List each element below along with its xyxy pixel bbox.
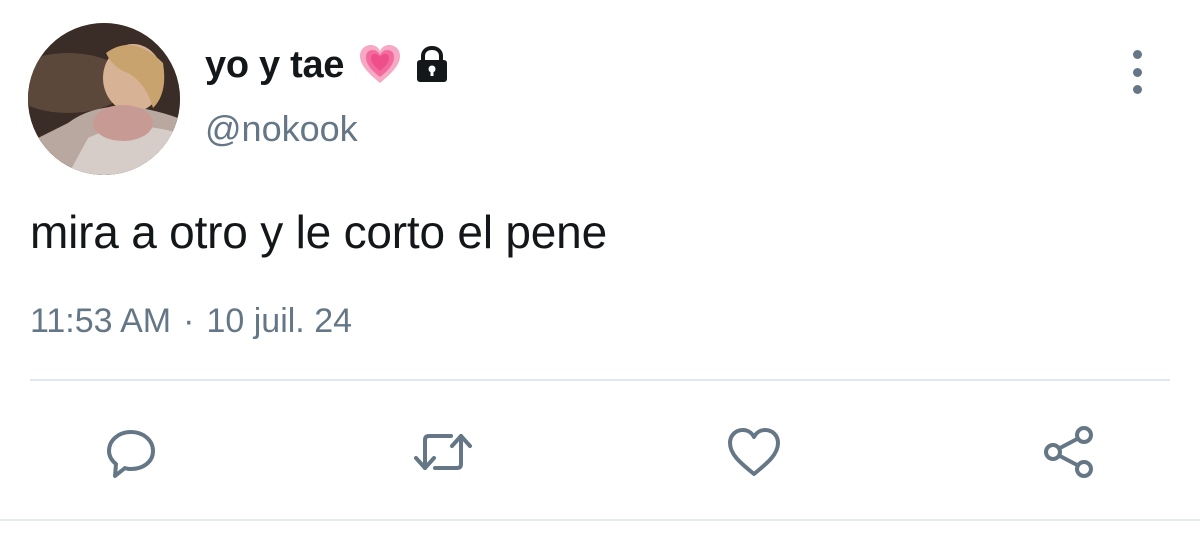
avatar[interactable] xyxy=(28,23,180,175)
growing-heart-icon xyxy=(358,43,402,87)
like-button[interactable] xyxy=(722,420,786,484)
lock-icon xyxy=(414,45,450,85)
avatar-image xyxy=(28,23,180,175)
retweet-icon xyxy=(414,434,472,470)
more-options-button[interactable] xyxy=(1120,50,1154,94)
display-name[interactable]: yo y tae xyxy=(205,44,344,87)
tweet-date: 10 juil. 24 xyxy=(206,302,353,340)
share-icon xyxy=(1044,426,1093,478)
tweet-timestamp[interactable]: 11:53 AM · 10 juil. 24 xyxy=(30,302,352,341)
divider xyxy=(30,379,1170,381)
tweet-time: 11:53 AM xyxy=(30,302,172,340)
tweet-text: mira a otro y le corto el pene xyxy=(30,206,607,258)
timestamp-separator: · xyxy=(183,302,195,340)
user-handle[interactable]: @nokook xyxy=(205,108,358,150)
retweet-button[interactable] xyxy=(411,420,475,484)
share-button[interactable] xyxy=(1037,420,1101,484)
more-vertical-icon xyxy=(1132,50,1142,59)
user-name-row: yo y tae xyxy=(205,40,450,90)
more-dot xyxy=(1132,67,1142,77)
more-dot xyxy=(1132,85,1142,94)
reply-button[interactable] xyxy=(99,420,163,484)
heart-outline-icon xyxy=(728,428,780,476)
bottom-divider xyxy=(0,519,1200,521)
reply-icon xyxy=(107,430,155,478)
